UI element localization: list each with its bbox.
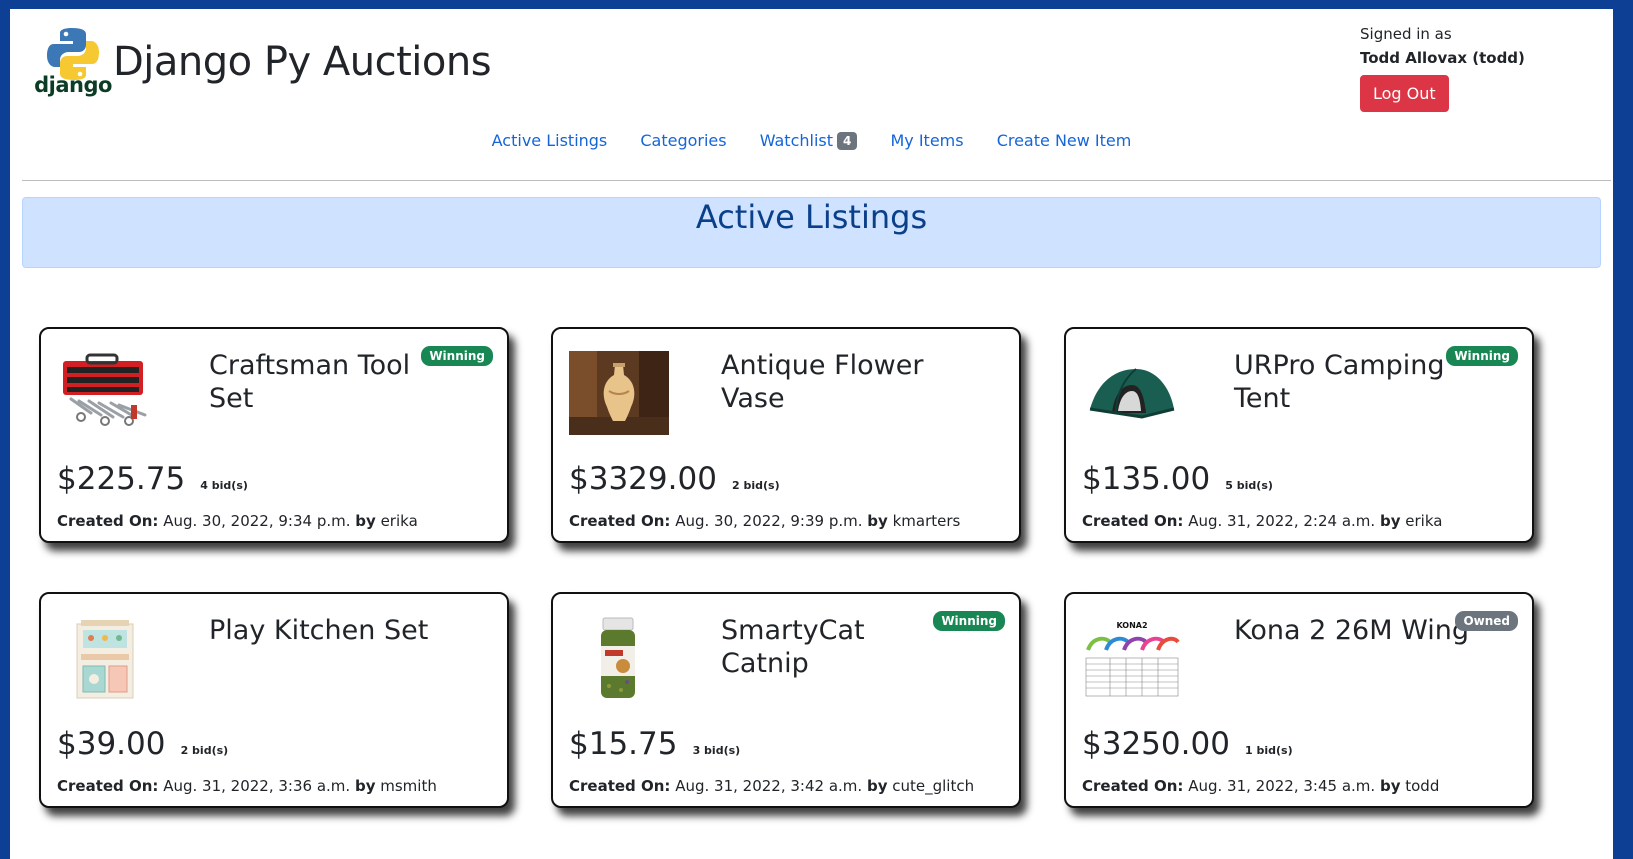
django-python-logo[interactable]: django [32,25,114,107]
created-on-label: Created On: [1082,512,1184,530]
bid-count: 3 bid(s) [692,744,741,757]
main-nav: Active Listings Categories Watchlist 4 My… [10,131,1613,150]
status-badge: Owned [1455,611,1518,631]
created-info: Created On: Aug. 30, 2022, 9:39 p.m. by … [569,512,960,530]
listing-card[interactable]: KONA2 Kona 2 26M Wing Owned $3250.00 1 b… [1064,592,1534,808]
site-title[interactable]: Django Py Auctions [113,39,492,85]
logout-button[interactable]: Log Out [1360,75,1449,112]
created-date: Aug. 30, 2022, 9:34 p.m. [163,512,351,530]
nav-my-items[interactable]: My Items [890,131,963,150]
listing-title[interactable]: Play Kitchen Set [209,614,439,647]
status-badge: Winning [1446,346,1518,366]
listing-price: $135.00 [1082,461,1211,497]
created-info: Created On: Aug. 30, 2022, 9:34 p.m. by … [57,512,418,530]
listing-title[interactable]: Craftsman Tool Set [209,349,439,415]
listing-card[interactable]: Craftsman Tool Set Winning $225.75 4 bid… [39,327,509,543]
price-row: $225.75 4 bid(s) [57,461,248,497]
listing-price: $3250.00 [1082,726,1230,762]
user-panel: Signed in as Todd Allovax (todd) Log Out [1360,25,1525,112]
catnip-image[interactable] [569,616,669,700]
tent-image[interactable] [1082,351,1182,435]
bid-count: 1 bid(s) [1245,744,1293,757]
listing-title[interactable]: URPro Camping Tent [1234,349,1464,415]
listing-card[interactable]: Antique Flower Vase $3329.00 2 bid(s) Cr… [551,327,1021,543]
price-row: $15.75 3 bid(s) [569,726,740,762]
created-date: Aug. 31, 2022, 3:36 a.m. [163,777,351,795]
bid-count: 4 bid(s) [200,479,248,492]
listing-title[interactable]: SmartyCat Catnip [721,614,951,680]
by-label: by [355,512,376,530]
listing-title[interactable]: Antique Flower Vase [721,349,991,415]
bid-count: 2 bid(s) [732,479,780,492]
created-date: Aug. 31, 2022, 2:24 a.m. [1188,512,1376,530]
listing-card[interactable]: Play Kitchen Set $39.00 2 bid(s) Created… [39,592,509,808]
signed-in-user: Todd Allovax (todd) [1360,49,1525,67]
by-label: by [1379,512,1401,530]
created-info: Created On: Aug. 31, 2022, 2:24 a.m. by … [1082,512,1442,530]
listing-title[interactable]: Kona 2 26M Wing [1234,614,1474,647]
nav-create-new-item[interactable]: Create New Item [997,131,1132,150]
toolbox-image[interactable] [57,351,157,435]
by-label: by [866,777,888,795]
bid-count: 2 bid(s) [180,744,229,757]
status-badge: Winning [421,346,493,366]
price-row: $3329.00 2 bid(s) [569,461,780,497]
vase-image[interactable] [569,351,669,435]
listing-author: msmith [380,777,437,795]
kona-logo-text: KONA2 [1116,621,1147,630]
page: django Django Py Auctions Signed in as T… [10,9,1613,859]
created-on-label: Created On: [569,777,671,795]
logo-text: django [34,73,112,97]
page-banner: Active Listings [22,197,1601,268]
created-info: Created On: Aug. 31, 2022, 3:45 a.m. by … [1082,777,1439,795]
by-label: by [867,512,888,530]
created-date: Aug. 30, 2022, 9:39 p.m. [675,512,863,530]
kona-wing-image[interactable]: KONA2 [1082,616,1182,700]
nav-watchlist[interactable]: Watchlist 4 [760,131,858,150]
listing-author: erika [380,512,418,530]
created-info: Created On: Aug. 31, 2022, 3:36 a.m. by … [57,777,437,795]
listing-author: kmarters [892,512,961,530]
created-on-label: Created On: [57,512,159,530]
play-kitchen-image[interactable] [57,616,157,700]
by-label: by [354,777,376,795]
price-row: $39.00 2 bid(s) [57,726,228,762]
listing-price: $225.75 [57,461,186,497]
listing-price: $15.75 [569,726,678,762]
created-info: Created On: Aug. 31, 2022, 3:42 a.m. by … [569,777,974,795]
status-badge: Winning [933,611,1005,631]
by-label: by [1379,777,1401,795]
listing-author: cute_glitch [892,777,975,795]
created-date: Aug. 31, 2022, 3:42 a.m. [675,777,863,795]
watchlist-count-badge: 4 [837,132,858,150]
header-divider [22,180,1611,181]
created-on-label: Created On: [57,777,159,795]
bid-count: 5 bid(s) [1225,479,1273,492]
listing-card[interactable]: SmartyCat Catnip Winning $15.75 3 bid(s)… [551,592,1021,808]
signed-in-label: Signed in as [1360,25,1452,43]
price-row: $3250.00 1 bid(s) [1082,726,1293,762]
nav-active-listings[interactable]: Active Listings [492,131,608,150]
created-on-label: Created On: [569,512,671,530]
listing-card[interactable]: URPro Camping Tent Winning $135.00 5 bid… [1064,327,1534,543]
created-date: Aug. 31, 2022, 3:45 a.m. [1188,777,1376,795]
nav-categories[interactable]: Categories [640,131,726,150]
created-on-label: Created On: [1082,777,1184,795]
listing-author: erika [1405,512,1443,530]
listing-price: $39.00 [57,726,166,762]
nav-watchlist-label: Watchlist [759,131,834,150]
listing-price: $3329.00 [569,461,717,497]
price-row: $135.00 5 bid(s) [1082,461,1273,497]
listing-author: todd [1405,777,1440,795]
